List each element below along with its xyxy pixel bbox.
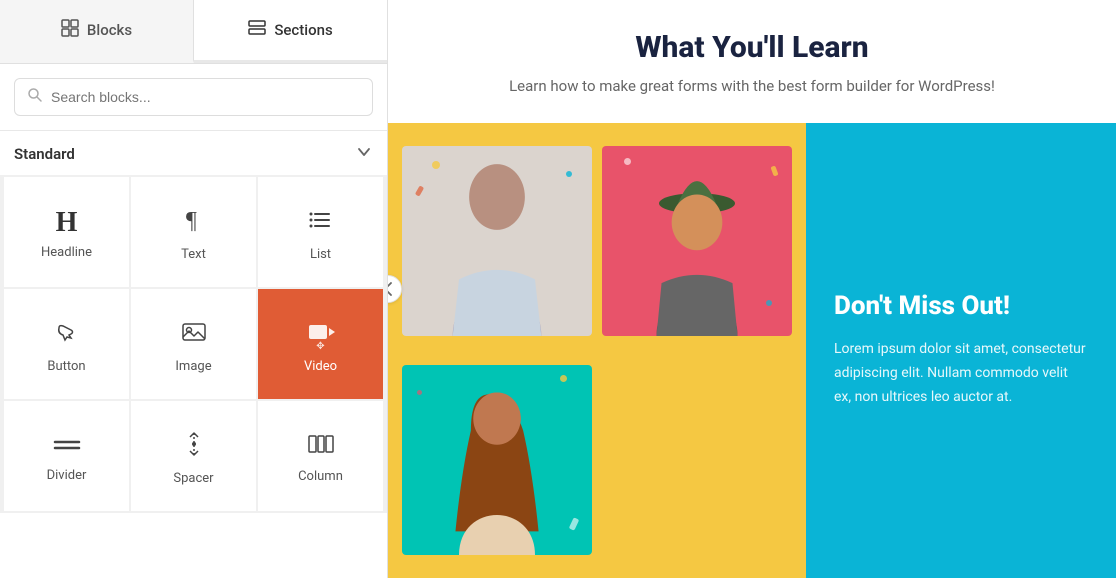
search-input[interactable] [51,89,360,105]
sections-tab-label: Sections [274,21,332,39]
spacer-icon [180,430,208,463]
divider-label: Divider [47,468,87,483]
blocks-grid: H Headline ¶ Text [0,175,387,513]
headline-label: Headline [41,245,92,260]
block-list[interactable]: List [258,177,383,287]
block-headline[interactable]: H Headline [4,177,129,287]
block-image[interactable]: Image [131,289,256,399]
right-panel: What You'll Learn Learn how to make grea… [388,0,1116,578]
text-icon: ¶ [180,206,208,239]
button-icon [53,318,81,351]
blocks-tab-label: Blocks [87,21,132,39]
block-column[interactable]: Column [258,401,383,511]
column-icon [307,432,335,461]
search-box [14,78,373,116]
divider-icon [53,434,81,460]
block-text[interactable]: ¶ Text [131,177,256,287]
left-panel: Blocks Sections Standard [0,0,388,578]
image-label: Image [175,359,211,374]
tab-sections[interactable]: Sections [194,0,387,63]
block-spacer[interactable]: Spacer [131,401,256,511]
person-image-1 [402,146,592,336]
column-label: Column [298,469,343,484]
person-image-2 [602,146,792,336]
list-label: List [310,247,331,262]
dont-miss-body: Lorem ipsum dolor sit amet, consectetur … [834,338,1088,409]
tab-bar: Blocks Sections [0,0,387,64]
search-icon [27,87,43,107]
top-content-section: What You'll Learn Learn how to make grea… [388,0,1116,123]
chevron-down-icon[interactable] [355,143,373,165]
search-wrapper [0,64,387,131]
blocks-tab-icon [61,19,79,41]
standard-section-header: Standard [0,131,387,175]
standard-section-title: Standard [14,145,75,163]
dont-miss-title: Don't Miss Out! [834,291,1088,322]
main-subtitle: Learn how to make great forms with the b… [408,77,1096,95]
button-label: Button [47,359,85,374]
block-divider[interactable]: Divider [4,401,129,511]
person-image-3 [402,365,592,555]
headline-icon: H [56,209,78,237]
spacer-label: Spacer [173,471,213,486]
list-icon [307,206,335,239]
sections-tab-icon [248,19,266,41]
yellow-area [388,123,806,578]
text-label: Text [181,247,206,262]
block-button[interactable]: Button [4,289,129,399]
tab-blocks[interactable]: Blocks [0,0,194,63]
block-video[interactable]: Video ✥ [258,289,383,399]
blue-cta-area: Don't Miss Out! Lorem ipsum dolor sit am… [806,123,1116,578]
bottom-section: Don't Miss Out! Lorem ipsum dolor sit am… [388,123,1116,578]
image-icon [180,318,208,351]
video-label: Video [304,359,337,374]
main-title: What You'll Learn [408,30,1096,65]
svg-text:¶: ¶ [186,208,197,234]
